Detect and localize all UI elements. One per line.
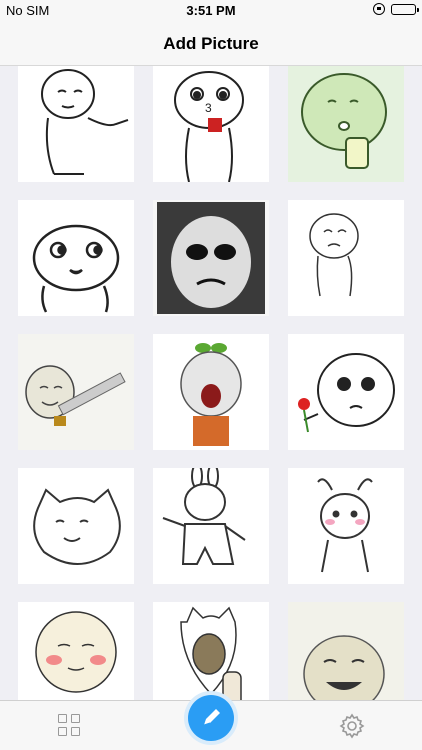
svg-text:3: 3 xyxy=(205,101,212,115)
sticker-dark-panda-face[interactable] xyxy=(153,200,269,316)
status-time: 3:51 PM xyxy=(186,3,236,18)
sticker-laughing-face[interactable] xyxy=(288,602,404,700)
status-bar: No SIM 3:51 PM xyxy=(0,0,422,22)
sticker-pointing-man[interactable] xyxy=(18,66,134,182)
sticker-rose-giver[interactable] xyxy=(288,334,404,450)
sticker-sword-face[interactable] xyxy=(18,334,134,450)
navigation-bar: Add Picture xyxy=(0,22,422,66)
sticker-cat-face[interactable] xyxy=(18,468,134,584)
grid-icon[interactable] xyxy=(58,714,82,738)
settings-icon[interactable] xyxy=(339,713,365,739)
sticker-turnip-screaming[interactable] xyxy=(153,334,269,450)
rotation-lock-icon xyxy=(373,3,385,15)
page-title: Add Picture xyxy=(163,34,259,53)
edit-icon xyxy=(203,709,220,726)
battery-icon xyxy=(391,3,419,15)
tab-bar xyxy=(0,695,422,750)
sticker-side-eye-face[interactable] xyxy=(18,200,134,316)
sticker-bunny-pose[interactable] xyxy=(153,468,269,584)
sticker-grid: 3 xyxy=(0,66,422,700)
sticker-crying-doodle[interactable] xyxy=(288,200,404,316)
sticker-ant-blush[interactable] xyxy=(288,468,404,584)
sticker-blushing-face[interactable] xyxy=(18,602,134,700)
sticker-green-drinking[interactable] xyxy=(288,66,404,182)
status-right xyxy=(373,3,419,15)
sticker-cat-hand[interactable] xyxy=(153,602,269,700)
edit-button[interactable] xyxy=(188,695,234,741)
sticker-drinking-face[interactable]: 3 xyxy=(153,66,269,182)
